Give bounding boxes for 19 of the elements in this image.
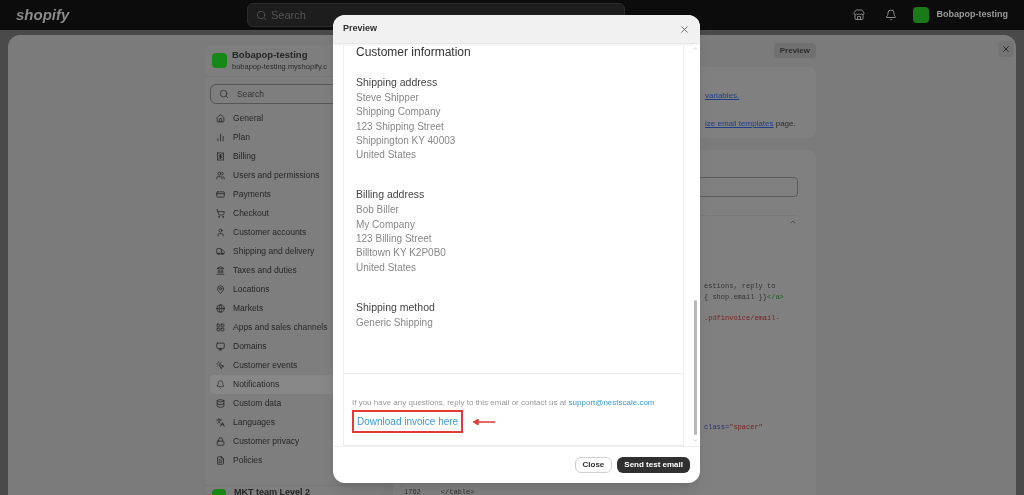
section-title: Billing address <box>356 187 426 202</box>
address-line: Generic Shipping <box>356 315 434 330</box>
address-line: Bob Biller <box>356 203 400 218</box>
store-name: Bobapop-testing <box>232 49 309 61</box>
address-line: Shippington KY 40003 <box>356 133 457 148</box>
address-line: 123 Billing Street <box>356 232 433 247</box>
address-line: United States <box>356 260 418 275</box>
address-line: My Company <box>356 217 416 232</box>
info-text: ize email templates page. <box>705 118 797 130</box>
footer-text: If you have any questions, reply to this email or contact us at support@nestscale.com <box>352 397 656 409</box>
search-placeholder: Search <box>237 87 264 101</box>
address-line: Shipping Company <box>356 105 442 120</box>
dialog-title: Preview <box>343 22 378 36</box>
address-line: United States <box>356 148 418 163</box>
address-line: Billtown KY K2P0B0 <box>356 246 447 261</box>
address-line: 123 Shipping Street <box>356 119 445 134</box>
section-title: Shipping method <box>356 299 436 314</box>
section-heading: Customer information <box>356 45 472 59</box>
store-name: MKT team Level 2 <box>234 488 311 495</box>
